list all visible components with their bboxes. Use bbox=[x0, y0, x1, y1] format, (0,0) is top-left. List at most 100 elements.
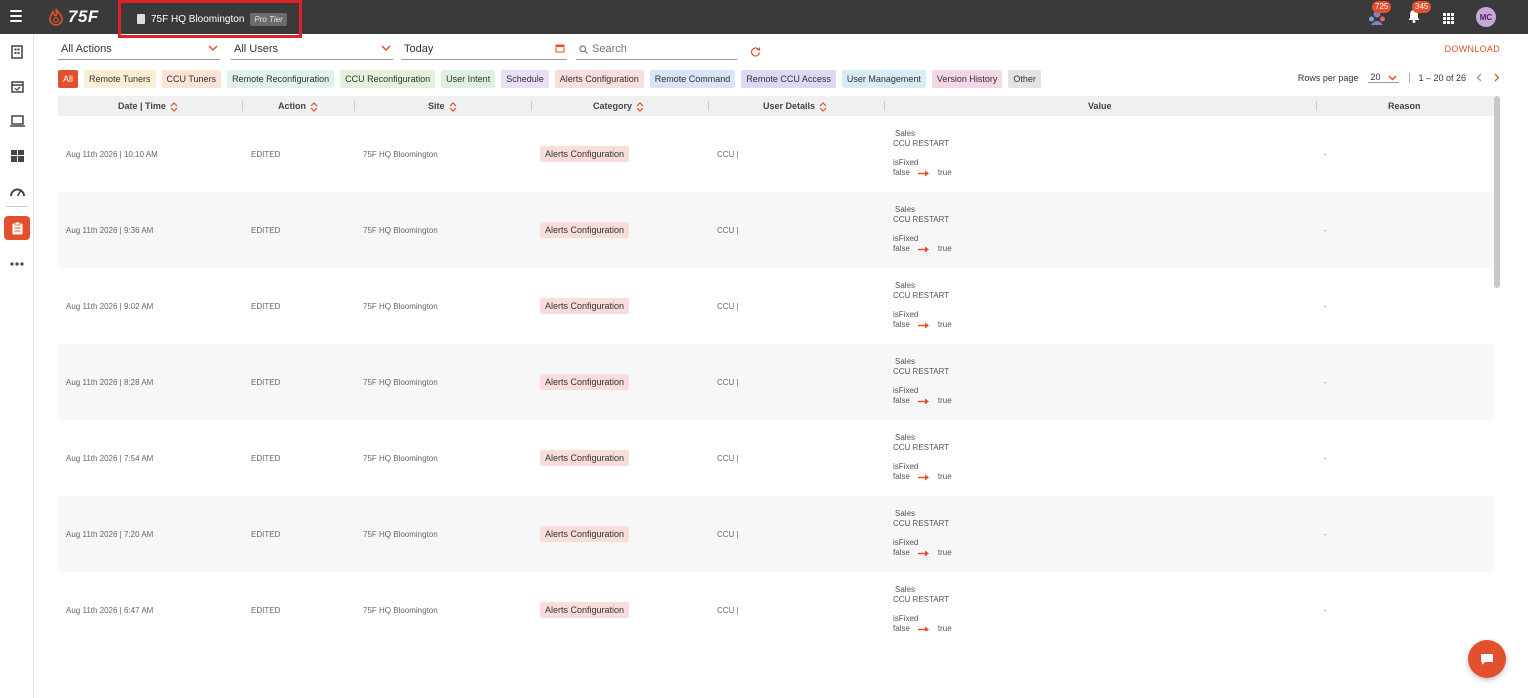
cell-action: EDITED bbox=[251, 454, 281, 463]
search-field[interactable] bbox=[576, 40, 737, 60]
value-to: true bbox=[937, 168, 952, 177]
table-row[interactable]: Aug 11th 2026 | 10:10 AM EDITED 75F HQ Blo… bbox=[58, 116, 1494, 192]
table-row[interactable]: Aug 11th 2026 | 7:20 AM EDITED 75F HQ Bloo… bbox=[58, 496, 1494, 572]
arrow-right-icon bbox=[917, 550, 929, 556]
column-header-label: User Details bbox=[763, 101, 816, 111]
chat-button[interactable] bbox=[1468, 640, 1506, 678]
value-field: isFixed bbox=[893, 234, 919, 243]
people-count-badge: 725 bbox=[1372, 1, 1392, 13]
value-field: isFixed bbox=[893, 614, 919, 623]
cell-reason: - bbox=[1324, 302, 1327, 311]
arrow-right-icon bbox=[917, 170, 929, 176]
cell-site: 75F HQ Bloomington bbox=[363, 606, 438, 615]
chip-ccu-reconfiguration[interactable]: CCU Reconfiguration bbox=[340, 70, 436, 88]
chat-icon bbox=[1481, 653, 1493, 665]
actions-select[interactable]: All Actions bbox=[58, 40, 220, 60]
sidebar-item-buildings[interactable] bbox=[4, 40, 30, 64]
table-row[interactable]: Aug 11th 2026 | 9:02 AM EDITED 75F HQ Bloo… bbox=[58, 268, 1494, 344]
chip-user-management[interactable]: User Management bbox=[841, 70, 926, 88]
column-header-category[interactable]: Category bbox=[593, 96, 644, 116]
value-from: false bbox=[893, 244, 910, 253]
users-select[interactable]: All Users bbox=[231, 40, 393, 60]
chevron-right-icon[interactable] bbox=[1493, 73, 1500, 82]
chip-remote-reconfiguration[interactable]: Remote Reconfiguration bbox=[227, 70, 335, 88]
value-group: Sales bbox=[895, 129, 916, 138]
chip-all[interactable]: All bbox=[58, 70, 79, 88]
value-to: true bbox=[937, 472, 952, 481]
apps-grid-button[interactable] bbox=[1443, 11, 1454, 29]
refresh-icon[interactable] bbox=[750, 46, 761, 57]
chip-alerts-configuration[interactable]: Alerts Configuration bbox=[554, 70, 644, 88]
column-header-label: Date | Time bbox=[118, 101, 166, 111]
value-from: false bbox=[893, 320, 910, 329]
chevron-left-icon[interactable] bbox=[1476, 73, 1483, 82]
chip-other[interactable]: Other bbox=[1008, 70, 1041, 88]
chip-schedule[interactable]: Schedule bbox=[501, 70, 549, 88]
site-name: 75F HQ Bloomington bbox=[151, 13, 245, 25]
cell-reason: - bbox=[1324, 226, 1327, 235]
table-row[interactable]: Aug 11th 2026 | 6:47 AM EDITED 75F HQ Bloo… bbox=[58, 572, 1494, 631]
category-badge: Alerts Configuration bbox=[540, 602, 630, 618]
rows-per-page-label: Rows per page bbox=[1297, 72, 1359, 83]
value-field: isFixed bbox=[893, 158, 919, 167]
sidebar bbox=[0, 34, 34, 698]
cell-date: Aug 11th 2026 | 6:47 AM bbox=[66, 606, 154, 615]
column-separator[interactable] bbox=[531, 101, 532, 111]
logo-text: 75F bbox=[68, 7, 99, 26]
menu-icon[interactable] bbox=[10, 10, 22, 22]
more-dots-icon bbox=[10, 262, 24, 266]
sidebar-item-devices[interactable] bbox=[4, 109, 30, 133]
users-notification[interactable]: 725 bbox=[1368, 1, 1392, 30]
column-separator[interactable] bbox=[242, 101, 243, 111]
table-scrollbar[interactable] bbox=[1494, 96, 1500, 288]
chip-ccu-tuners[interactable]: CCU Tuners bbox=[161, 70, 222, 88]
calendar-icon bbox=[555, 44, 565, 53]
cell-date: Aug 11th 2026 | 9:36 AM bbox=[66, 226, 154, 235]
column-header-user-details[interactable]: User Details bbox=[763, 96, 827, 116]
alerts-notification[interactable]: 345 bbox=[1408, 1, 1432, 28]
table-row[interactable]: Aug 11th 2026 | 8:28 AM EDITED 75F HQ Bloo… bbox=[58, 344, 1494, 420]
search-input[interactable] bbox=[592, 43, 722, 55]
column-header-site[interactable]: Site bbox=[428, 96, 457, 116]
cell-site: 75F HQ Bloomington bbox=[363, 302, 438, 311]
chip-remote-tuners[interactable]: Remote Tuners bbox=[84, 70, 156, 88]
column-header-date-time[interactable]: Date | Time bbox=[118, 96, 178, 116]
column-header-action[interactable]: Action bbox=[278, 96, 318, 116]
chip-remote-ccu-access[interactable]: Remote CCU Access bbox=[741, 70, 836, 88]
date-picker[interactable]: Today bbox=[401, 40, 567, 60]
chip-user-intent[interactable]: User Intent bbox=[441, 70, 496, 88]
chip-remote-command[interactable]: Remote Command bbox=[649, 70, 736, 88]
sidebar-item-logs[interactable] bbox=[4, 216, 30, 240]
chip-version-history[interactable]: Version History bbox=[931, 70, 1003, 88]
column-separator[interactable] bbox=[1316, 101, 1317, 111]
site-selector[interactable]: 75F HQ Bloomington Pro Tier bbox=[118, 0, 302, 38]
value-field: isFixed bbox=[893, 386, 919, 395]
value-alert: CCU RESTART bbox=[893, 215, 950, 224]
cell-value: Sales CCU RESTART isFixed false true bbox=[893, 433, 952, 482]
building-icon bbox=[137, 14, 145, 24]
value-group: Sales bbox=[895, 357, 916, 366]
sort-icon bbox=[819, 101, 827, 112]
sidebar-item-dashboard[interactable] bbox=[4, 144, 30, 168]
column-separator[interactable] bbox=[708, 101, 709, 111]
cell-value: Sales CCU RESTART isFixed false true bbox=[893, 509, 952, 558]
sort-icon bbox=[170, 101, 178, 112]
logo[interactable]: 75F bbox=[48, 6, 99, 28]
category-badge: Alerts Configuration bbox=[540, 450, 630, 466]
column-separator[interactable] bbox=[354, 101, 355, 111]
download-button[interactable]: DOWNLOAD bbox=[1445, 44, 1500, 54]
sidebar-item-analytics[interactable] bbox=[4, 179, 30, 203]
cell-action: EDITED bbox=[251, 378, 281, 387]
cell-reason: - bbox=[1324, 606, 1327, 615]
table-row[interactable]: Aug 11th 2026 | 7:54 AM EDITED 75F HQ Bloo… bbox=[58, 420, 1494, 496]
audit-log-table: Date | Time Action Site Category User Detail… bbox=[58, 96, 1494, 631]
avatar[interactable]: MC bbox=[1476, 7, 1496, 27]
sidebar-item-schedule[interactable] bbox=[4, 74, 30, 98]
arrow-right-icon bbox=[917, 322, 929, 328]
rows-per-page-select[interactable]: 20 bbox=[1368, 72, 1400, 83]
dashboard-icon bbox=[10, 150, 24, 162]
sidebar-item-more[interactable] bbox=[4, 252, 30, 276]
table-row[interactable]: Aug 11th 2026 | 9:36 AM EDITED 75F HQ Bloo… bbox=[58, 192, 1494, 268]
value-group: Sales bbox=[895, 509, 916, 518]
column-separator[interactable] bbox=[884, 101, 885, 111]
